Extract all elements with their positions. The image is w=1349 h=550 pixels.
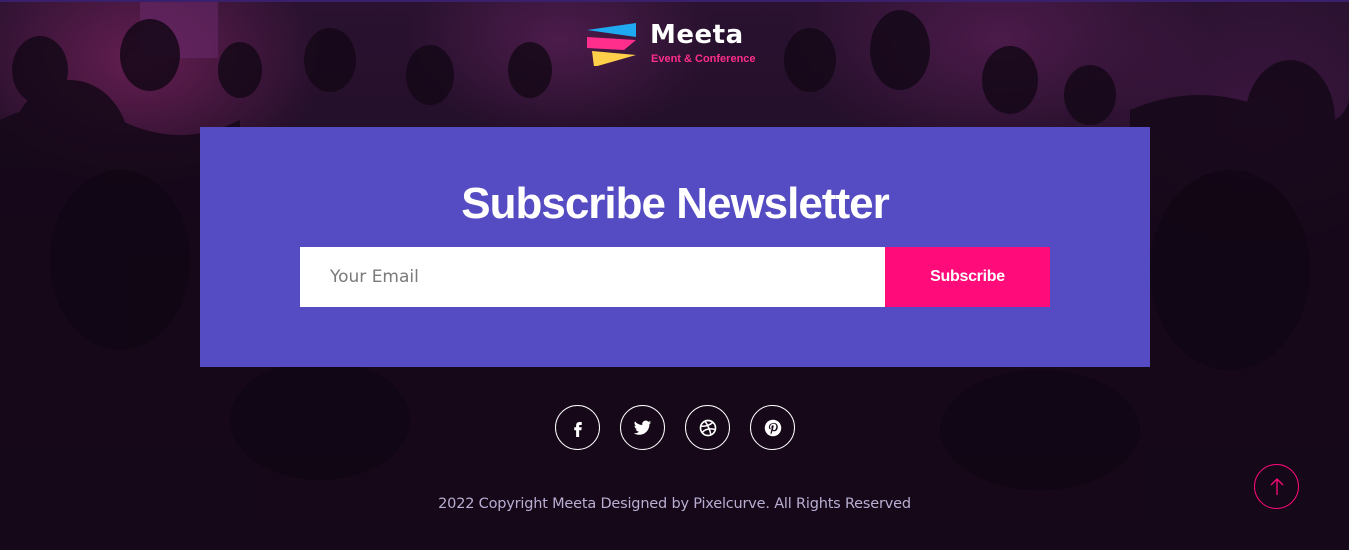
pinterest-icon	[764, 419, 781, 436]
brand-logo[interactable]: Meeta Event & Conference	[586, 18, 776, 70]
newsletter-title: Subscribe Newsletter	[461, 179, 890, 228]
subscribe-button[interactable]: Subscribe	[885, 247, 1050, 307]
arrow-up-icon	[1270, 477, 1283, 495]
back-to-top-button[interactable]	[1254, 464, 1299, 509]
pinterest-link[interactable]	[750, 405, 795, 450]
email-input[interactable]	[300, 247, 885, 307]
dribbble-link[interactable]	[685, 405, 730, 450]
twitter-link[interactable]	[620, 405, 665, 450]
brand-name: Meeta	[650, 20, 744, 50]
newsletter-box: Subscribe Newsletter Subscribe	[200, 127, 1150, 367]
facebook-icon	[573, 421, 582, 437]
copyright-text: 2022 Copyright Meeta Designed by Pixelcu…	[438, 496, 911, 512]
footer-section: Meeta Event & Conference Subscribe Newsl…	[0, 0, 1349, 550]
twitter-icon	[633, 420, 652, 435]
top-border	[0, 0, 1349, 2]
social-links	[555, 405, 795, 450]
dribbble-icon	[699, 419, 716, 436]
brand-tagline: Event & Conference	[651, 53, 756, 65]
facebook-link[interactable]	[555, 405, 600, 450]
logo-flag-icon	[587, 23, 636, 66]
